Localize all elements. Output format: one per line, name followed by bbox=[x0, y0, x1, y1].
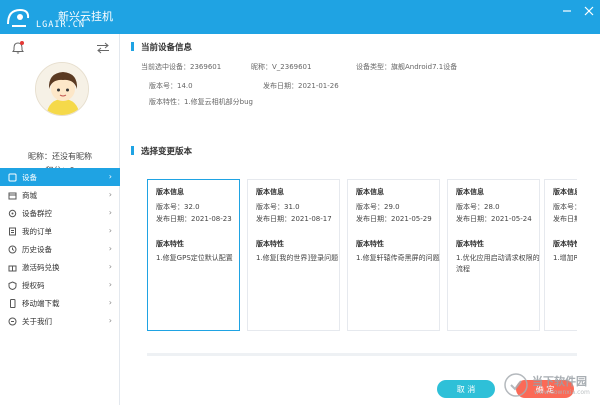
card-head: 版本信息 bbox=[456, 188, 484, 196]
watermark-url: www.downxia.com bbox=[534, 389, 590, 396]
current-device-section-title: 当前设备信息 bbox=[130, 42, 193, 53]
card-feature-title: 版本特性 bbox=[553, 240, 577, 248]
notification-dot bbox=[20, 41, 24, 45]
version-card[interactable]: 版本信息 版本号：31.0 发布日期：2021-08-17 版本特性 1.修复[… bbox=[247, 179, 340, 331]
app-subtitle: LGAIR.CN bbox=[36, 20, 85, 30]
card-head: 版本信息 bbox=[256, 188, 284, 196]
card-feature: 1.修复[我的世界]登录问题 bbox=[256, 254, 339, 262]
sidebar-item-orders[interactable]: 我的订单 › bbox=[0, 222, 120, 240]
chevron-right-icon: › bbox=[108, 190, 112, 199]
sidebar: 昵称：还没有昵称 积分：0 设备 › 商城 › 设备群控 › 我的订单 › 历史… bbox=[0, 34, 120, 405]
version-card[interactable]: 版本信息 版本号：32.0 发布日期：2021-08-23 版本特性 1.修复G… bbox=[147, 179, 240, 331]
sidebar-item-about[interactable]: 关于我们 › bbox=[0, 312, 120, 330]
nickname-label: 昵称：还没有昵称 bbox=[28, 152, 92, 161]
card-head: 版本信息 bbox=[553, 188, 577, 196]
card-feature: 1.修复轩辕传奇黑屏的问题 bbox=[356, 254, 440, 262]
group-control-icon bbox=[8, 209, 17, 218]
version-card-list: 版本信息 版本号：32.0 发布日期：2021-08-23 版本特性 1.修复G… bbox=[147, 179, 577, 332]
card-version: 版本号：2 bbox=[553, 203, 577, 211]
version-card[interactable]: 版本信息 版本号：2 发布日期：2 版本特性 1.增加Roo bbox=[544, 179, 577, 331]
sidebar-item-auth-code[interactable]: 授权码 › bbox=[0, 276, 120, 294]
version-card[interactable]: 版本信息 版本号：29.0 发布日期：2021-05-29 版本特性 1.修复轩… bbox=[347, 179, 440, 331]
sidebar-item-label: 设备 bbox=[22, 172, 37, 182]
card-head: 版本信息 bbox=[156, 188, 184, 196]
current-device-type: 设备类型：旗舰Android7.1设备 bbox=[356, 63, 458, 71]
chevron-right-icon: › bbox=[108, 298, 112, 307]
shop-icon bbox=[8, 191, 17, 200]
chevron-right-icon: › bbox=[108, 316, 112, 325]
close-icon bbox=[584, 6, 594, 16]
card-version: 版本号：28.0 bbox=[456, 203, 500, 211]
auth-code-icon bbox=[8, 280, 17, 290]
mobile-download-icon bbox=[8, 298, 17, 308]
chevron-right-icon: › bbox=[108, 208, 112, 217]
card-version: 版本号：29.0 bbox=[356, 203, 400, 211]
main-content: 当前设备信息 当前选中设备：2369601 昵称：V_2369601 设备类型：… bbox=[120, 34, 600, 405]
cancel-button[interactable]: 取 消 bbox=[437, 380, 495, 398]
current-device-version: 版本号：14.0 bbox=[149, 82, 193, 90]
chevron-right-icon: › bbox=[108, 262, 112, 271]
watermark-logo-icon bbox=[504, 373, 528, 397]
card-feature-title: 版本特性 bbox=[356, 240, 384, 248]
card-feature: 1.增加Roo bbox=[553, 254, 577, 262]
sidebar-item-group-control[interactable]: 设备群控 › bbox=[0, 204, 120, 222]
watermark-text: 当下软件园 bbox=[532, 375, 587, 388]
switch-icon[interactable] bbox=[96, 42, 110, 54]
current-device-release-date: 发布日期：2021-01-26 bbox=[263, 82, 339, 90]
chevron-right-icon: › bbox=[108, 280, 112, 289]
title-bar: 新兴云挂机 LGAIR.CN bbox=[0, 0, 600, 34]
sidebar-item-history[interactable]: 历史设备 › bbox=[0, 240, 120, 258]
current-device-id: 当前选中设备：2369601 bbox=[141, 63, 222, 71]
sidebar-item-label: 历史设备 bbox=[22, 244, 52, 254]
watermark: 当下软件园 www.downxia.com bbox=[498, 371, 594, 401]
card-feature-title: 版本特性 bbox=[156, 240, 184, 248]
avatar[interactable] bbox=[35, 62, 89, 116]
card-version: 版本号：32.0 bbox=[156, 203, 200, 211]
card-head: 版本信息 bbox=[356, 188, 384, 196]
card-feature: 1.修复GPS定位默认配置 bbox=[156, 254, 233, 262]
device-icon bbox=[8, 173, 17, 182]
card-date: 发布日期：2021-05-29 bbox=[356, 215, 432, 223]
sidebar-menu: 设备 › 商城 › 设备群控 › 我的订单 › 历史设备 › 激活码兑换 › 授… bbox=[0, 168, 120, 330]
chevron-right-icon: › bbox=[108, 244, 112, 253]
minimize-icon bbox=[563, 10, 571, 12]
close-button[interactable] bbox=[584, 6, 594, 16]
card-date: 发布日期：2 bbox=[553, 215, 577, 223]
order-icon bbox=[8, 227, 17, 236]
chevron-right-icon: › bbox=[108, 226, 112, 235]
sidebar-item-mobile-download[interactable]: 移动端下载 › bbox=[0, 294, 120, 312]
sidebar-item-label: 我的订单 bbox=[22, 226, 52, 236]
card-date: 发布日期：2021-05-24 bbox=[456, 215, 532, 223]
card-version: 版本号：31.0 bbox=[256, 203, 300, 211]
sidebar-item-redeem[interactable]: 激活码兑换 › bbox=[0, 258, 120, 276]
card-feature-title: 版本特性 bbox=[456, 240, 484, 248]
sidebar-item-device[interactable]: 设备 › bbox=[0, 168, 120, 186]
about-icon bbox=[8, 317, 17, 326]
avatar-image bbox=[36, 63, 88, 115]
card-date: 发布日期：2021-08-23 bbox=[156, 215, 232, 223]
sidebar-item-shop[interactable]: 商城 › bbox=[0, 186, 120, 204]
current-device-nickname: 昵称：V_2369601 bbox=[251, 63, 312, 71]
cards-scrollbar[interactable] bbox=[147, 353, 577, 356]
sidebar-item-label: 商城 bbox=[22, 190, 37, 200]
redeem-icon bbox=[8, 263, 17, 272]
sidebar-item-label: 关于我们 bbox=[22, 316, 52, 326]
minimize-button[interactable] bbox=[562, 6, 572, 16]
sidebar-item-label: 设备群控 bbox=[22, 208, 52, 218]
chevron-right-icon: › bbox=[108, 172, 112, 181]
app-logo-icon bbox=[7, 8, 30, 27]
sidebar-item-label: 激活码兑换 bbox=[22, 262, 60, 272]
card-date: 发布日期：2021-08-17 bbox=[256, 215, 332, 223]
select-version-section-title: 选择变更版本 bbox=[130, 146, 193, 157]
card-feature-title: 版本特性 bbox=[256, 240, 284, 248]
version-card[interactable]: 版本信息 版本号：28.0 发布日期：2021-05-24 版本特性 1.优化应… bbox=[447, 179, 540, 331]
sidebar-item-label: 授权码 bbox=[22, 280, 45, 290]
current-device-feature: 版本特性：1.修复云相机部分bug bbox=[149, 98, 254, 106]
card-feature: 1.优化应用启动请求权限的流程 bbox=[456, 254, 540, 273]
sidebar-item-label: 移动端下载 bbox=[22, 298, 60, 308]
history-icon bbox=[8, 245, 17, 254]
